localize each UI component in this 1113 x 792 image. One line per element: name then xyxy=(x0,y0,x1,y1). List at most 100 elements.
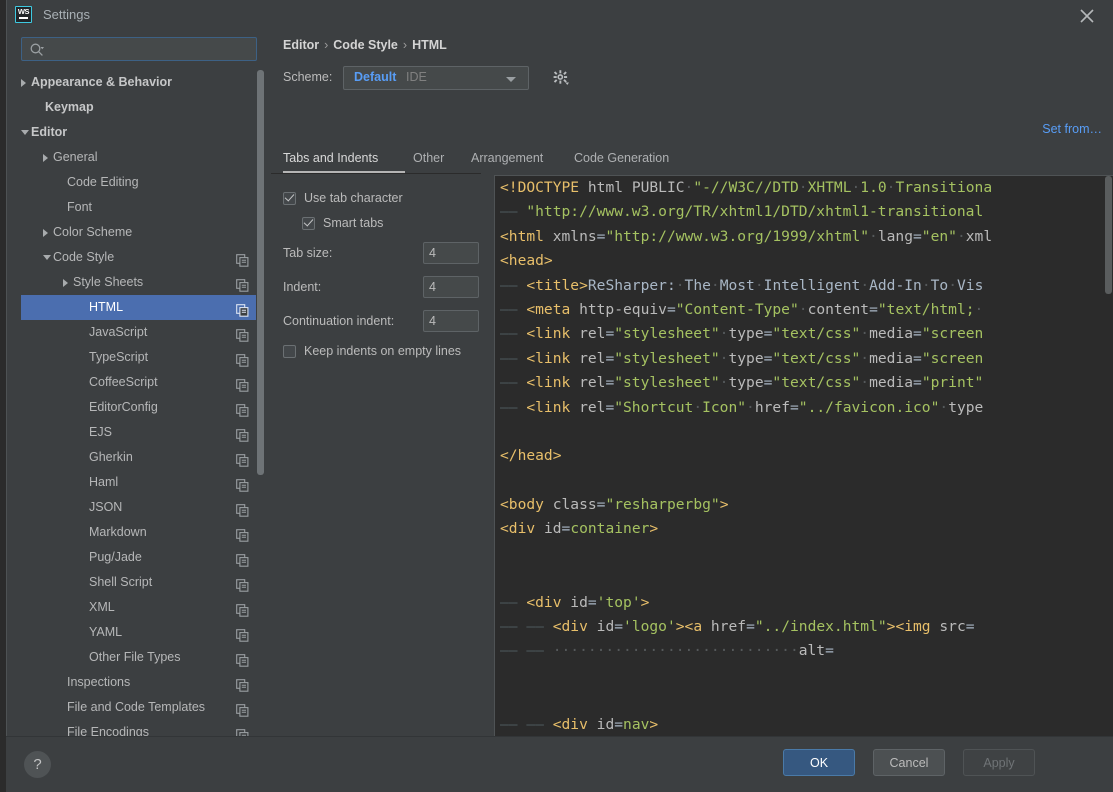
webstorm-ws-icon: WS xyxy=(15,6,32,23)
smart-tabs-checkbox[interactable] xyxy=(302,217,315,230)
tab-size-input[interactable] xyxy=(423,242,479,264)
tab-tabs-and-indents[interactable]: Tabs and Indents xyxy=(283,148,405,173)
chevron-down-icon[interactable] xyxy=(43,255,51,260)
sidebar-scrollbar-track[interactable] xyxy=(256,70,265,736)
sidebar-item-editor[interactable]: Editor xyxy=(21,120,265,145)
search-box[interactable] xyxy=(21,37,257,61)
gear-icon[interactable] xyxy=(551,68,571,88)
sidebar-item-color-scheme[interactable]: Color Scheme xyxy=(21,220,265,245)
ok-button[interactable]: OK xyxy=(783,749,855,776)
set-from-link[interactable]: Set from… xyxy=(1042,122,1102,136)
sidebar-item-typescript[interactable]: TypeScript xyxy=(21,345,265,370)
sidebar-item-keymap[interactable]: Keymap xyxy=(21,95,265,120)
code-preview-panel[interactable]: <!DOCTYPE html PUBLIC·"-//W3C//DTD·XHTML… xyxy=(494,175,1113,766)
sidebar-item-label: YAML xyxy=(89,625,123,639)
tab-label: Other xyxy=(413,151,445,165)
help-button[interactable]: ? xyxy=(24,751,51,778)
sidebar-item-file-encodings[interactable]: File Encodings xyxy=(21,720,265,736)
sidebar-item-style-sheets[interactable]: Style Sheets xyxy=(21,270,265,295)
continuation-indent-input[interactable] xyxy=(423,310,479,332)
tabs-and-indents-options: Use tab character Smart tabs Tab size: I… xyxy=(271,180,497,380)
indent-input[interactable] xyxy=(423,276,479,298)
copy-settings-icon[interactable] xyxy=(236,351,249,367)
chevron-down-icon[interactable] xyxy=(21,130,29,135)
close-icon[interactable] xyxy=(1076,5,1098,27)
sidebar-item-label: Other File Types xyxy=(89,650,181,664)
chevron-right-icon[interactable] xyxy=(43,154,48,162)
sidebar-item-pug-jade[interactable]: Pug/Jade xyxy=(21,545,265,570)
copy-settings-icon[interactable] xyxy=(236,251,249,267)
breadcrumb-item-code-style[interactable]: Code Style xyxy=(333,38,398,52)
copy-settings-icon[interactable] xyxy=(236,626,249,642)
search-icon xyxy=(29,42,45,58)
copy-settings-icon[interactable] xyxy=(236,476,249,492)
chevron-right-icon[interactable] xyxy=(43,229,48,237)
chevron-down-icon xyxy=(506,77,516,82)
chevron-right-icon[interactable] xyxy=(63,279,68,287)
sidebar-item-general[interactable]: General xyxy=(21,145,265,170)
code-line: —— —— <div id='logo'><a href="../index.h… xyxy=(500,618,975,636)
sidebar-item-xml[interactable]: XML xyxy=(21,595,265,620)
sidebar-item-json[interactable]: JSON xyxy=(21,495,265,520)
sidebar-item-appearance-behavior[interactable]: Appearance & Behavior xyxy=(21,70,265,95)
indent-label: Indent: xyxy=(283,280,322,294)
copy-settings-icon[interactable] xyxy=(236,401,249,417)
settings-tree-rows: Appearance & Behavior Keymap Editor General… xyxy=(21,70,265,736)
sidebar-item-gherkin[interactable]: Gherkin xyxy=(21,445,265,470)
sidebar-item-label: File Encodings xyxy=(67,725,149,736)
copy-settings-icon[interactable] xyxy=(236,326,249,342)
settings-dialog-screen: WS Settings Appearance & Behavior Keymap… xyxy=(0,0,1113,792)
cancel-button[interactable]: Cancel xyxy=(873,749,945,776)
sidebar-item-code-editing[interactable]: Code Editing xyxy=(21,170,265,195)
breadcrumb-item-editor[interactable]: Editor xyxy=(283,38,319,52)
chevron-right-icon[interactable] xyxy=(21,79,26,87)
use-tab-character-checkbox[interactable] xyxy=(283,192,296,205)
copy-settings-icon[interactable] xyxy=(236,426,249,442)
settings-tree: Appearance & Behavior Keymap Editor General… xyxy=(21,70,265,736)
copy-settings-icon[interactable] xyxy=(236,551,249,567)
copy-settings-icon[interactable] xyxy=(236,676,249,692)
copy-settings-icon[interactable] xyxy=(236,526,249,542)
sidebar-item-javascript[interactable]: JavaScript xyxy=(21,320,265,345)
sidebar-item-html[interactable]: HTML xyxy=(21,295,265,320)
copy-settings-icon[interactable] xyxy=(236,576,249,592)
sidebar-item-shell-script[interactable]: Shell Script xyxy=(21,570,265,595)
copy-settings-icon[interactable] xyxy=(236,451,249,467)
copy-settings-icon[interactable] xyxy=(236,376,249,392)
tab-code-generation[interactable]: Code Generation xyxy=(574,148,688,173)
copy-settings-icon[interactable] xyxy=(236,501,249,517)
copy-settings-icon[interactable] xyxy=(236,601,249,617)
sidebar-item-label: JSON xyxy=(89,500,123,514)
sidebar-item-markdown[interactable]: Markdown xyxy=(21,520,265,545)
sidebar-item-yaml[interactable]: YAML xyxy=(21,620,265,645)
sidebar-item-ejs[interactable]: EJS xyxy=(21,420,265,445)
tab-arrangement[interactable]: Arrangement xyxy=(471,148,567,173)
tab-label: Tabs and Indents xyxy=(283,151,379,165)
preview-vertical-scrollbar-thumb[interactable] xyxy=(1105,176,1112,294)
copy-settings-icon[interactable] xyxy=(236,276,249,292)
sidebar-item-font[interactable]: Font xyxy=(21,195,265,220)
copy-settings-icon[interactable] xyxy=(236,701,249,717)
sidebar-item-label: Markdown xyxy=(89,525,147,539)
keep-indents-checkbox[interactable] xyxy=(283,345,296,358)
sidebar-item-editorconfig[interactable]: EditorConfig xyxy=(21,395,265,420)
code-line: </head> xyxy=(500,447,562,465)
sidebar-item-inspections[interactable]: Inspections xyxy=(21,670,265,695)
copy-settings-icon[interactable] xyxy=(236,726,249,736)
code-line: —— <div id='top'> xyxy=(500,593,650,611)
search-input[interactable] xyxy=(50,40,254,60)
copy-settings-icon[interactable] xyxy=(236,651,249,667)
preview-vertical-scrollbar-track[interactable] xyxy=(1104,176,1113,765)
scheme-dropdown[interactable]: Default IDE xyxy=(343,66,529,90)
sidebar-item-file-and-code-templates[interactable]: File and Code Templates xyxy=(21,695,265,720)
sidebar-item-label: File and Code Templates xyxy=(67,700,206,714)
copy-settings-icon[interactable] xyxy=(236,301,249,317)
sidebar-item-coffeescript[interactable]: CoffeeScript xyxy=(21,370,265,395)
keep-indents-label: Keep indents on empty lines xyxy=(304,344,462,358)
tab-other[interactable]: Other xyxy=(413,148,463,173)
sidebar-item-haml[interactable]: Haml xyxy=(21,470,265,495)
sidebar-scrollbar-thumb[interactable] xyxy=(257,70,264,475)
sidebar-item-label: Code Editing xyxy=(67,175,139,189)
sidebar-item-other-file-types[interactable]: Other File Types xyxy=(21,645,265,670)
sidebar-item-code-style[interactable]: Code Style xyxy=(21,245,265,270)
